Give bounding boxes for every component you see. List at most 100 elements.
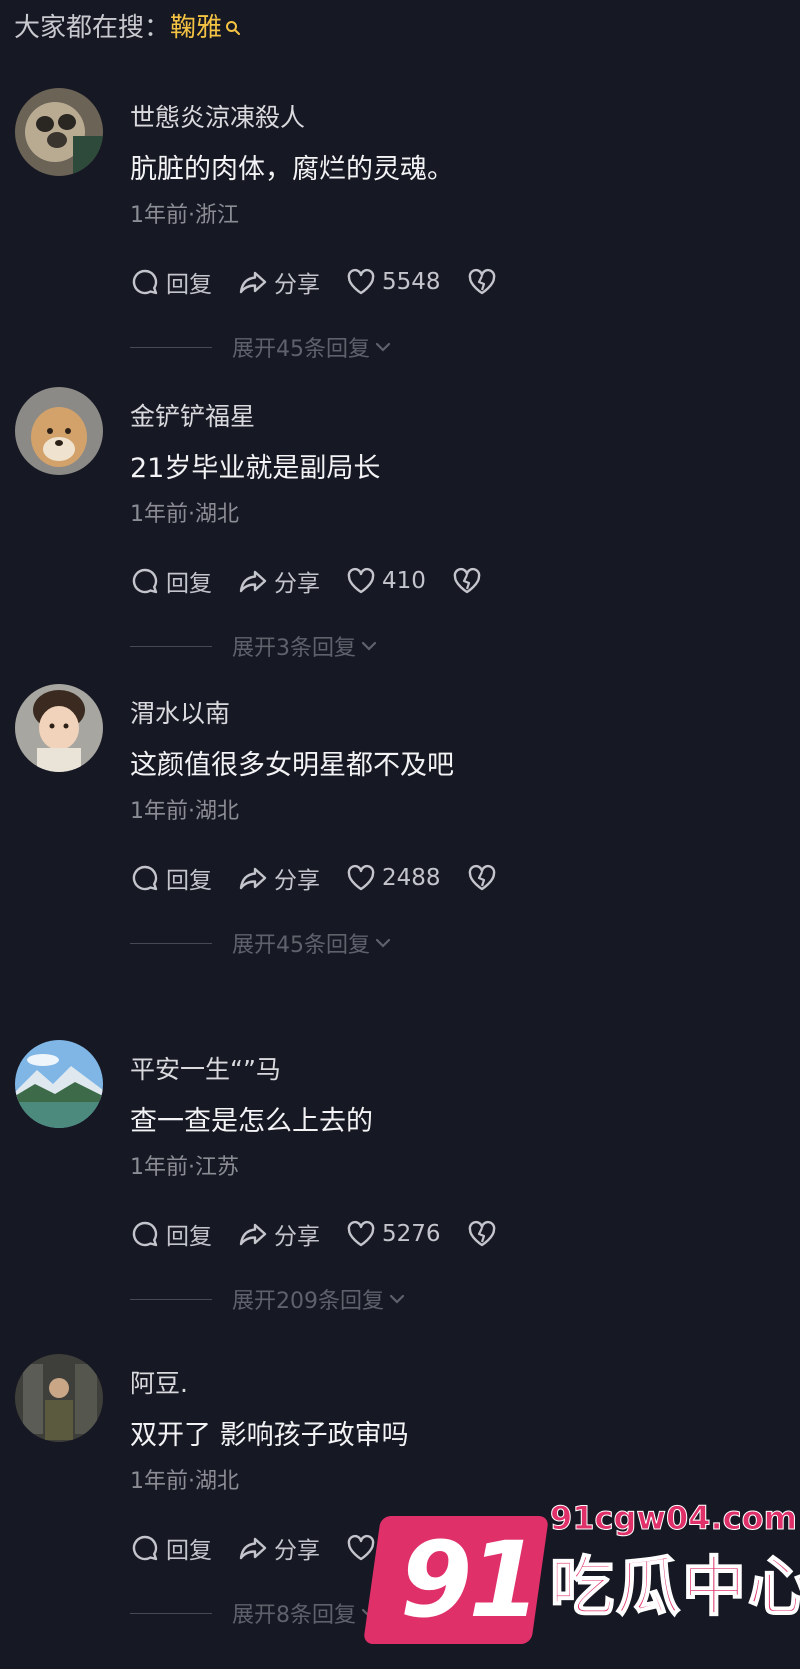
reply-button[interactable]: 回复 xyxy=(130,861,212,895)
avatar-pug-image xyxy=(15,88,103,176)
reply-button[interactable]: 回复 xyxy=(130,265,212,299)
like-button[interactable]: 5276 xyxy=(346,1219,441,1249)
avatar[interactable] xyxy=(15,88,103,176)
heart-icon xyxy=(347,1220,375,1247)
share-label: 分享 xyxy=(274,868,320,894)
reply-label: 回复 xyxy=(166,272,212,298)
divider xyxy=(130,645,212,647)
comment-meta: 1年前·湖北 xyxy=(130,502,239,527)
like-button[interactable]: 410 xyxy=(346,566,426,596)
expand-replies-button[interactable]: 展开209条回复 xyxy=(130,1282,408,1316)
dislike-button[interactable] xyxy=(467,267,497,297)
search-suggestion[interactable]: 大家都在搜：鞠雅 xyxy=(14,8,241,48)
like-button[interactable]: 5548 xyxy=(346,267,441,297)
watermark-url: 91cgw04.com xyxy=(550,1499,798,1538)
like-count: 5276 xyxy=(382,1221,441,1247)
like-button[interactable]: 2488 xyxy=(346,863,441,893)
expand-replies-label: 展开209条回复 xyxy=(232,1289,384,1314)
expand-replies-label: 展开8条回复 xyxy=(232,1603,356,1628)
divider xyxy=(130,346,212,348)
comment-item: 平安一生“”马 查一查是怎么上去的 1年前·江苏 回复 分享 5276 展开20… xyxy=(0,1040,800,1355)
reply-icon xyxy=(132,568,158,594)
like-count: 5548 xyxy=(382,269,441,295)
expand-replies-button[interactable]: 展开8条回复 xyxy=(130,1596,380,1630)
share-label: 分享 xyxy=(274,272,320,298)
comment-text: 查一查是怎么上去的 xyxy=(130,1106,373,1137)
reply-icon xyxy=(132,1535,158,1561)
avatar-child-image xyxy=(15,684,103,772)
share-button[interactable]: 分享 xyxy=(238,564,320,598)
expand-replies-button[interactable]: 展开45条回复 xyxy=(130,926,394,960)
reply-button[interactable]: 回复 xyxy=(130,1217,212,1251)
reply-button[interactable]: 回复 xyxy=(130,1531,212,1565)
share-icon xyxy=(239,1223,267,1246)
search-icon[interactable] xyxy=(225,8,241,35)
expand-replies-button[interactable]: 展开3条回复 xyxy=(130,629,380,663)
comment-meta: 1年前·湖北 xyxy=(130,1469,239,1494)
comment-text: 这颜值很多女明星都不及吧 xyxy=(130,750,454,781)
expand-replies-button[interactable]: 展开45条回复 xyxy=(130,330,394,364)
search-keyword[interactable]: 鞠雅 xyxy=(170,13,222,43)
dislike-button[interactable] xyxy=(452,566,482,596)
username[interactable]: 世態炎涼凍殺人 xyxy=(130,100,305,136)
comment-text: 21岁毕业就是副局长 xyxy=(130,453,381,484)
avatar[interactable] xyxy=(15,1354,103,1442)
chevron-down-icon xyxy=(375,342,391,352)
avatar[interactable] xyxy=(15,387,103,475)
comment-item: 世態炎涼凍殺人 肮脏的肉体，腐烂的灵魂。 1年前·浙江 回复 分享 5548 展… xyxy=(0,88,800,403)
share-button[interactable]: 分享 xyxy=(238,861,320,895)
comment-actions: 回复 分享 410 xyxy=(130,563,482,599)
share-label: 分享 xyxy=(274,571,320,597)
site-watermark: 91 91cgw04.com 吃瓜中心 xyxy=(363,1498,800,1657)
search-prefix: 大家都在搜： xyxy=(14,13,171,43)
heart-icon xyxy=(347,567,375,594)
share-icon xyxy=(239,570,267,593)
chevron-down-icon xyxy=(389,1294,405,1304)
comment-text: 双开了 影响孩子政审吗 xyxy=(130,1420,409,1451)
avatar[interactable] xyxy=(15,1040,103,1128)
comment-actions: 回复 分享 5276 xyxy=(130,1216,497,1252)
reply-label: 回复 xyxy=(166,1538,212,1564)
dislike-button[interactable] xyxy=(467,1219,497,1249)
avatar-landscape-image xyxy=(15,1040,103,1128)
reply-label: 回复 xyxy=(166,1224,212,1250)
expand-replies-label: 展开45条回复 xyxy=(232,337,370,362)
comment-meta: 1年前·浙江 xyxy=(130,203,239,228)
comment-item: 金铲铲福星 21岁毕业就是副局长 1年前·湖北 回复 分享 410 展开3条回复 xyxy=(0,387,800,702)
chevron-down-icon xyxy=(361,641,377,651)
share-icon xyxy=(239,271,267,294)
comment-actions: 回复 分享 2488 xyxy=(130,860,497,896)
share-button[interactable]: 分享 xyxy=(238,265,320,299)
avatar[interactable] xyxy=(15,684,103,772)
share-button[interactable]: 分享 xyxy=(238,1531,320,1565)
comment-text: 肮脏的肉体，腐烂的灵魂。 xyxy=(130,154,454,185)
comment-meta: 1年前·湖北 xyxy=(130,799,239,824)
heart-icon xyxy=(347,268,375,295)
share-button[interactable]: 分享 xyxy=(238,1217,320,1251)
username[interactable]: 金铲铲福星 xyxy=(130,399,255,435)
expand-replies-label: 展开45条回复 xyxy=(232,933,370,958)
reply-icon xyxy=(132,865,158,891)
comment-meta: 1年前·江苏 xyxy=(130,1155,239,1180)
chevron-down-icon xyxy=(375,938,391,948)
comment-item: 渭水以南 这颜值很多女明星都不及吧 1年前·湖北 回复 分享 2488 展开45… xyxy=(0,684,800,999)
watermark-number: 91 xyxy=(400,1519,541,1641)
avatar-person-image xyxy=(15,1354,103,1442)
dislike-button[interactable] xyxy=(467,863,497,893)
share-label: 分享 xyxy=(274,1224,320,1250)
comment-actions: 回复 分享 5548 xyxy=(130,264,497,300)
reply-button[interactable]: 回复 xyxy=(130,564,212,598)
username[interactable]: 平安一生“”马 xyxy=(130,1052,281,1088)
like-count: 410 xyxy=(382,568,426,594)
avatar-dog-image xyxy=(15,387,103,475)
watermark-brand: 吃瓜中心 xyxy=(549,1550,800,1626)
broken-heart-icon xyxy=(468,1220,495,1247)
divider xyxy=(130,942,212,944)
reply-icon xyxy=(132,1221,158,1247)
expand-replies-label: 展开3条回复 xyxy=(232,636,356,661)
username[interactable]: 阿豆. xyxy=(130,1366,188,1402)
share-icon xyxy=(239,1537,267,1560)
broken-heart-icon xyxy=(468,864,495,891)
divider xyxy=(130,1612,212,1614)
username[interactable]: 渭水以南 xyxy=(130,696,230,732)
